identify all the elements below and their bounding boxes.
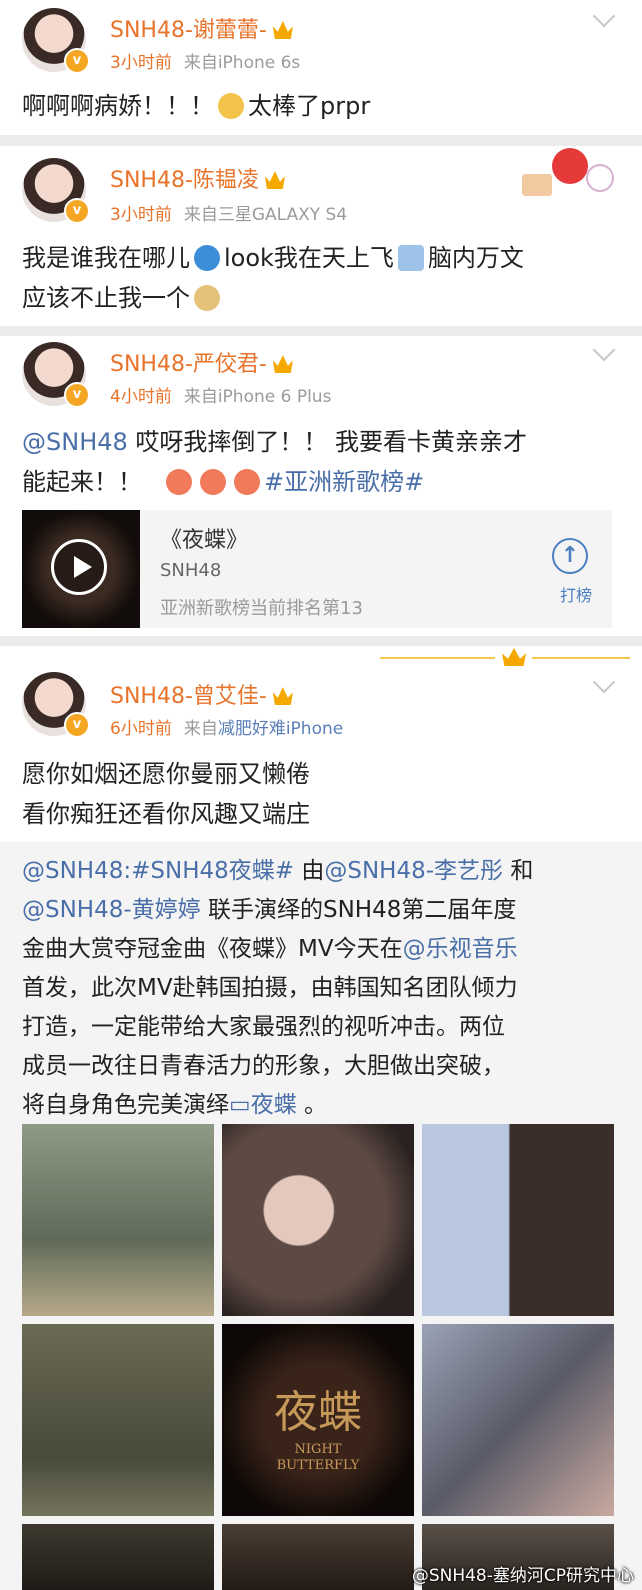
repost-text: @SNH48:#SNH48夜蝶# 由@SNH48-李艺彤 和 @SNH48-黄婷… <box>22 858 534 1118</box>
verified-icon: v <box>64 712 90 738</box>
mention-link[interactable]: @SNH48-黄婷婷 <box>22 897 201 923</box>
song-title: 《夜蝶》 <box>160 528 249 553</box>
doge-emoji-icon <box>194 285 220 311</box>
post-meta: 6小时前 来自减肥好难iPhone <box>110 719 344 739</box>
avatar[interactable]: v <box>22 158 90 224</box>
watermark: @SNH48-塞纳河CP研究中心 <box>411 1566 634 1586</box>
grid-caption-sub: NIGHT <box>294 1442 342 1457</box>
user-name[interactable]: SNH48-严佼君- <box>110 346 293 378</box>
crown-icon <box>272 687 293 705</box>
emoji-icon <box>166 469 192 495</box>
grid-caption-sub: BUTTERFLY <box>276 1458 360 1473</box>
grid-image[interactable] <box>22 1524 214 1590</box>
mention-link[interactable]: @乐视音乐 <box>403 936 518 962</box>
doraemon-emoji-icon <box>194 245 220 271</box>
grid-image[interactable]: 夜蝶 NIGHT BUTTERFLY <box>222 1324 414 1516</box>
repost-block: @SNH48:#SNH48夜蝶# 由@SNH48-李艺彤 和 @SNH48-黄婷… <box>0 842 642 1590</box>
post-text: 愿你如烟还愿你曼丽又懒倦 看你痴狂还看你风趣又端庄 <box>22 760 310 828</box>
song-artist: SNH48 <box>160 560 222 581</box>
emoji-icon <box>234 469 260 495</box>
avatar[interactable]: v <box>22 342 90 408</box>
grid-image[interactable] <box>22 1324 214 1516</box>
post-text: @SNH48 哎呀我摔倒了！！ 我要看卡黄亲亲才 能起来！！ #亚洲新歌榜# <box>22 428 528 496</box>
verified-icon: v <box>64 198 90 224</box>
vote-button[interactable]: 打榜 <box>560 582 592 606</box>
user-name[interactable]: SNH48-陈韫凌 <box>110 162 285 194</box>
post-3: v SNH48-严佼君- 4小时前 来自iPhone 6 Plus @SNH48 … <box>0 336 642 636</box>
avatar[interactable]: v <box>22 8 90 74</box>
topic-link[interactable]: #亚洲新歌榜# <box>264 468 424 496</box>
emoji-icon <box>200 469 226 495</box>
music-card[interactable]: 《夜蝶》 SNH48 亚洲新歌榜当前排名第13 ↑ 打榜 <box>22 510 612 628</box>
play-icon[interactable] <box>51 539 107 595</box>
grid-caption-title: 夜蝶 <box>274 1387 362 1438</box>
up-arrow-icon[interactable]: ↑ <box>552 538 588 574</box>
post-1: v SNH48-谢蕾蕾- 3小时前 来自iPhone 6s 啊啊啊病娇！！！ 太棒了… <box>0 0 642 135</box>
grid-image[interactable] <box>222 1124 414 1316</box>
mention-link[interactable]: @SNH48: <box>22 858 131 884</box>
video-link[interactable]: 夜蝶 <box>251 1092 297 1118</box>
image-grid: 夜蝶 NIGHT BUTTERFLY <box>22 1124 614 1590</box>
user-name[interactable]: SNH48-曾艾佳- <box>110 678 293 710</box>
emoji-icon <box>218 93 244 119</box>
crown-icon <box>272 355 293 373</box>
grid-image[interactable] <box>222 1524 414 1590</box>
song-rank: 亚洲新歌榜当前排名第13 <box>160 598 363 619</box>
mention-link[interactable]: @SNH48 <box>22 428 128 456</box>
post-text: 啊啊啊病娇！！！ 太棒了prpr <box>22 92 371 120</box>
video-link-icon[interactable]: ▭ <box>229 1092 251 1118</box>
chevron-down-icon[interactable] <box>592 338 616 362</box>
crown-divider-icon <box>380 648 630 668</box>
grid-image[interactable] <box>22 1124 214 1316</box>
grid-image[interactable] <box>422 1324 614 1516</box>
crown-icon <box>264 171 285 189</box>
user-name[interactable]: SNH48-谢蕾蕾- <box>110 12 293 44</box>
airplane-emoji-icon <box>397 245 424 271</box>
card-decoration-icon <box>522 148 614 198</box>
verified-icon: v <box>64 382 90 408</box>
topic-link[interactable]: #SNH48夜蝶# <box>131 858 294 884</box>
post-meta: 3小时前 来自iPhone 6s <box>110 53 301 73</box>
post-text: 我是谁我在哪儿 look我在天上飞 脑内万文 应该不止我一个 <box>22 244 524 312</box>
avatar[interactable]: v <box>22 672 90 738</box>
grid-image[interactable] <box>422 1124 614 1316</box>
post-meta: 3小时前 来自三星GALAXY S4 <box>110 205 348 225</box>
chevron-down-icon[interactable] <box>592 4 616 28</box>
crown-icon <box>272 21 293 39</box>
chevron-down-icon[interactable] <box>592 670 616 694</box>
mention-link[interactable]: @SNH48-李艺彤 <box>324 858 503 884</box>
verified-icon: v <box>64 48 90 74</box>
album-cover[interactable] <box>22 510 140 628</box>
post-meta: 4小时前 来自iPhone 6 Plus <box>110 387 332 407</box>
post-4: v SNH48-曾艾佳- 6小时前 来自减肥好难iPhone 愿你如烟还愿你曼丽又… <box>0 646 642 1590</box>
post-2: v SNH48-陈韫凌 3小时前 来自三星GALAXY S4 我是谁我在哪儿 loo… <box>0 146 642 326</box>
